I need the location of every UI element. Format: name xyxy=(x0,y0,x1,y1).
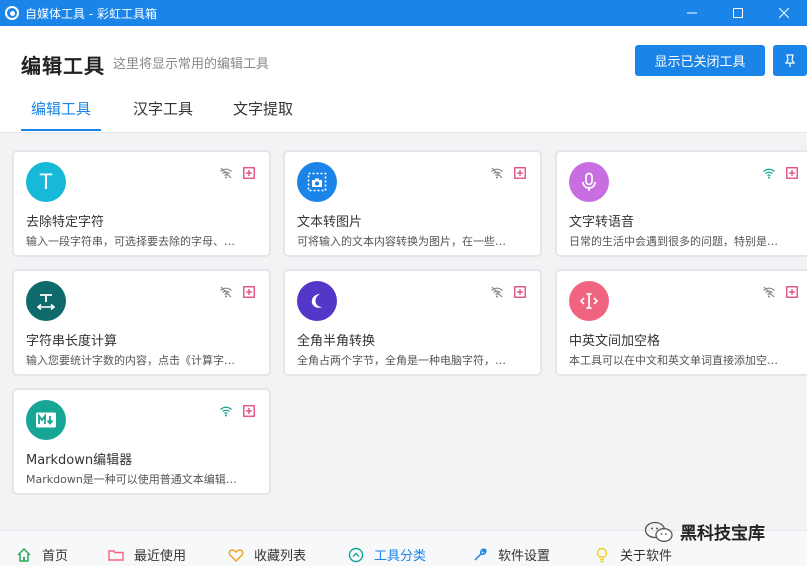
chevron-up-circle-icon xyxy=(348,547,364,563)
nav-home-label: 首页 xyxy=(42,549,69,564)
letter-t-icon: T xyxy=(26,162,66,202)
tool-card-name: 去除特定字符 xyxy=(26,215,105,230)
page-title: 编辑工具 xyxy=(21,54,105,78)
tool-card-desc: 全角占两个字节，全角是一种电脑字符，… xyxy=(297,354,506,367)
nav-recent[interactable]: 最近使用 xyxy=(108,545,186,564)
nav-about[interactable]: 关于软件 xyxy=(594,545,672,564)
tool-card[interactable]: 中英文间加空格本工具可以在中文和英文单词直接添加空… xyxy=(555,269,807,376)
tool-card[interactable]: 文字转语音日常的生活中会遇到很多的问题，特别是… xyxy=(555,150,807,257)
maximize-button[interactable] xyxy=(715,0,761,26)
maximize-icon xyxy=(733,8,743,18)
show-closed-tools-button[interactable]: 显示已关闭工具 xyxy=(635,45,765,76)
app-logo-icon xyxy=(5,6,19,20)
nav-categories[interactable]: 工具分类 xyxy=(348,545,426,564)
microphone-icon xyxy=(569,162,609,202)
window-title: 自媒体工具 - 彩虹工具箱 xyxy=(25,6,157,21)
add-box-icon[interactable] xyxy=(243,167,255,179)
watermark-text: 黑科技宝库 xyxy=(680,524,765,544)
text-to-image-icon xyxy=(297,162,337,202)
markdown-icon xyxy=(26,400,66,440)
tool-card[interactable]: T 去除特定字符输入一段字符串，可选择要去除的字母、… xyxy=(12,150,271,257)
tool-card-name: 全角半角转换 xyxy=(297,334,376,349)
wifi-off-icon xyxy=(763,286,775,298)
wifi-icon xyxy=(763,168,775,179)
page-header: 编辑工具 这里将显示常用的编辑工具 显示已关闭工具 编辑工具 汉字工具 文字提取 xyxy=(0,26,807,133)
add-box-icon[interactable] xyxy=(514,286,526,298)
folder-icon xyxy=(108,547,124,563)
tool-card-desc: 日常的生活中会遇到很多的问题，特别是… xyxy=(569,235,778,248)
nav-settings-label: 软件设置 xyxy=(498,549,551,564)
add-box-icon[interactable] xyxy=(243,405,255,417)
wechat-icon xyxy=(644,521,673,542)
tool-card-name: 字符串长度计算 xyxy=(26,334,118,349)
minimize-icon xyxy=(687,12,697,14)
wifi-off-icon xyxy=(491,167,503,179)
nav-home[interactable]: 首页 xyxy=(16,545,68,564)
tool-card-desc: 可将输入的文本内容转换为图片，在一些… xyxy=(297,235,506,248)
add-box-icon[interactable] xyxy=(786,286,798,298)
tool-card-desc: Markdown是一种可以使用普通文本编辑… xyxy=(26,473,237,486)
wifi-off-icon xyxy=(220,286,232,298)
tool-card-desc: 输入您要统计字数的内容，点击《计算字… xyxy=(26,354,235,367)
tab-bar: 编辑工具 汉字工具 文字提取 xyxy=(21,98,345,133)
moon-icon xyxy=(297,281,337,321)
wifi-off-icon xyxy=(491,286,503,298)
nav-favorites[interactable]: 收藏列表 xyxy=(228,545,306,564)
tool-card-name: 文本转图片 xyxy=(297,215,363,230)
nav-recent-label: 最近使用 xyxy=(134,549,187,564)
wifi-icon xyxy=(220,406,232,417)
home-icon xyxy=(16,547,32,563)
watermark: 黑科技宝库 xyxy=(644,519,765,544)
wifi-off-icon xyxy=(220,167,232,179)
tab-edit-tools[interactable]: 编辑工具 xyxy=(21,98,101,133)
text-cursor-icon xyxy=(569,281,609,321)
nav-settings[interactable]: 软件设置 xyxy=(472,545,550,564)
title-bar: 自媒体工具 - 彩虹工具箱 xyxy=(0,0,807,26)
tool-card[interactable]: 全角半角转换全角占两个字节，全角是一种电脑字符，… xyxy=(283,269,542,376)
page-subtitle: 这里将显示常用的编辑工具 xyxy=(113,57,270,72)
tab-hanzi-tools[interactable]: 汉字工具 xyxy=(133,98,245,133)
add-box-icon[interactable] xyxy=(243,286,255,298)
nav-favorites-label: 收藏列表 xyxy=(254,549,307,564)
wrench-icon xyxy=(472,547,488,563)
tool-card[interactable]: Markdown编辑器 Markdown是一种可以使用普通文本编辑… xyxy=(12,388,271,495)
tool-card-name: 文字转语音 xyxy=(569,215,635,230)
add-box-icon[interactable] xyxy=(786,167,798,179)
tool-card-desc: 本工具可以在中文和英文单词直接添加空… xyxy=(569,354,778,367)
close-icon xyxy=(779,8,789,18)
tool-card[interactable]: 字符串长度计算输入您要统计字数的内容，点击《计算字… xyxy=(12,269,271,376)
tab-text-extract[interactable]: 文字提取 xyxy=(233,98,345,133)
nav-categories-label: 工具分类 xyxy=(374,549,427,564)
tool-card-name: Markdown编辑器 xyxy=(26,453,133,468)
nav-about-label: 关于软件 xyxy=(620,549,673,564)
text-width-icon xyxy=(26,281,66,321)
minimize-button[interactable] xyxy=(669,0,715,26)
add-box-icon[interactable] xyxy=(514,167,526,179)
close-button[interactable] xyxy=(761,0,807,26)
tool-card[interactable]: 文本转图片可将输入的文本内容转换为图片，在一些… xyxy=(283,150,542,257)
lightbulb-icon xyxy=(594,547,610,563)
tool-card-desc: 输入一段字符串，可选择要去除的字母、… xyxy=(26,235,235,248)
pin-icon xyxy=(784,53,796,67)
heart-icon xyxy=(228,547,244,563)
tool-card-name: 中英文间加空格 xyxy=(569,334,661,349)
pin-button[interactable] xyxy=(773,45,807,76)
